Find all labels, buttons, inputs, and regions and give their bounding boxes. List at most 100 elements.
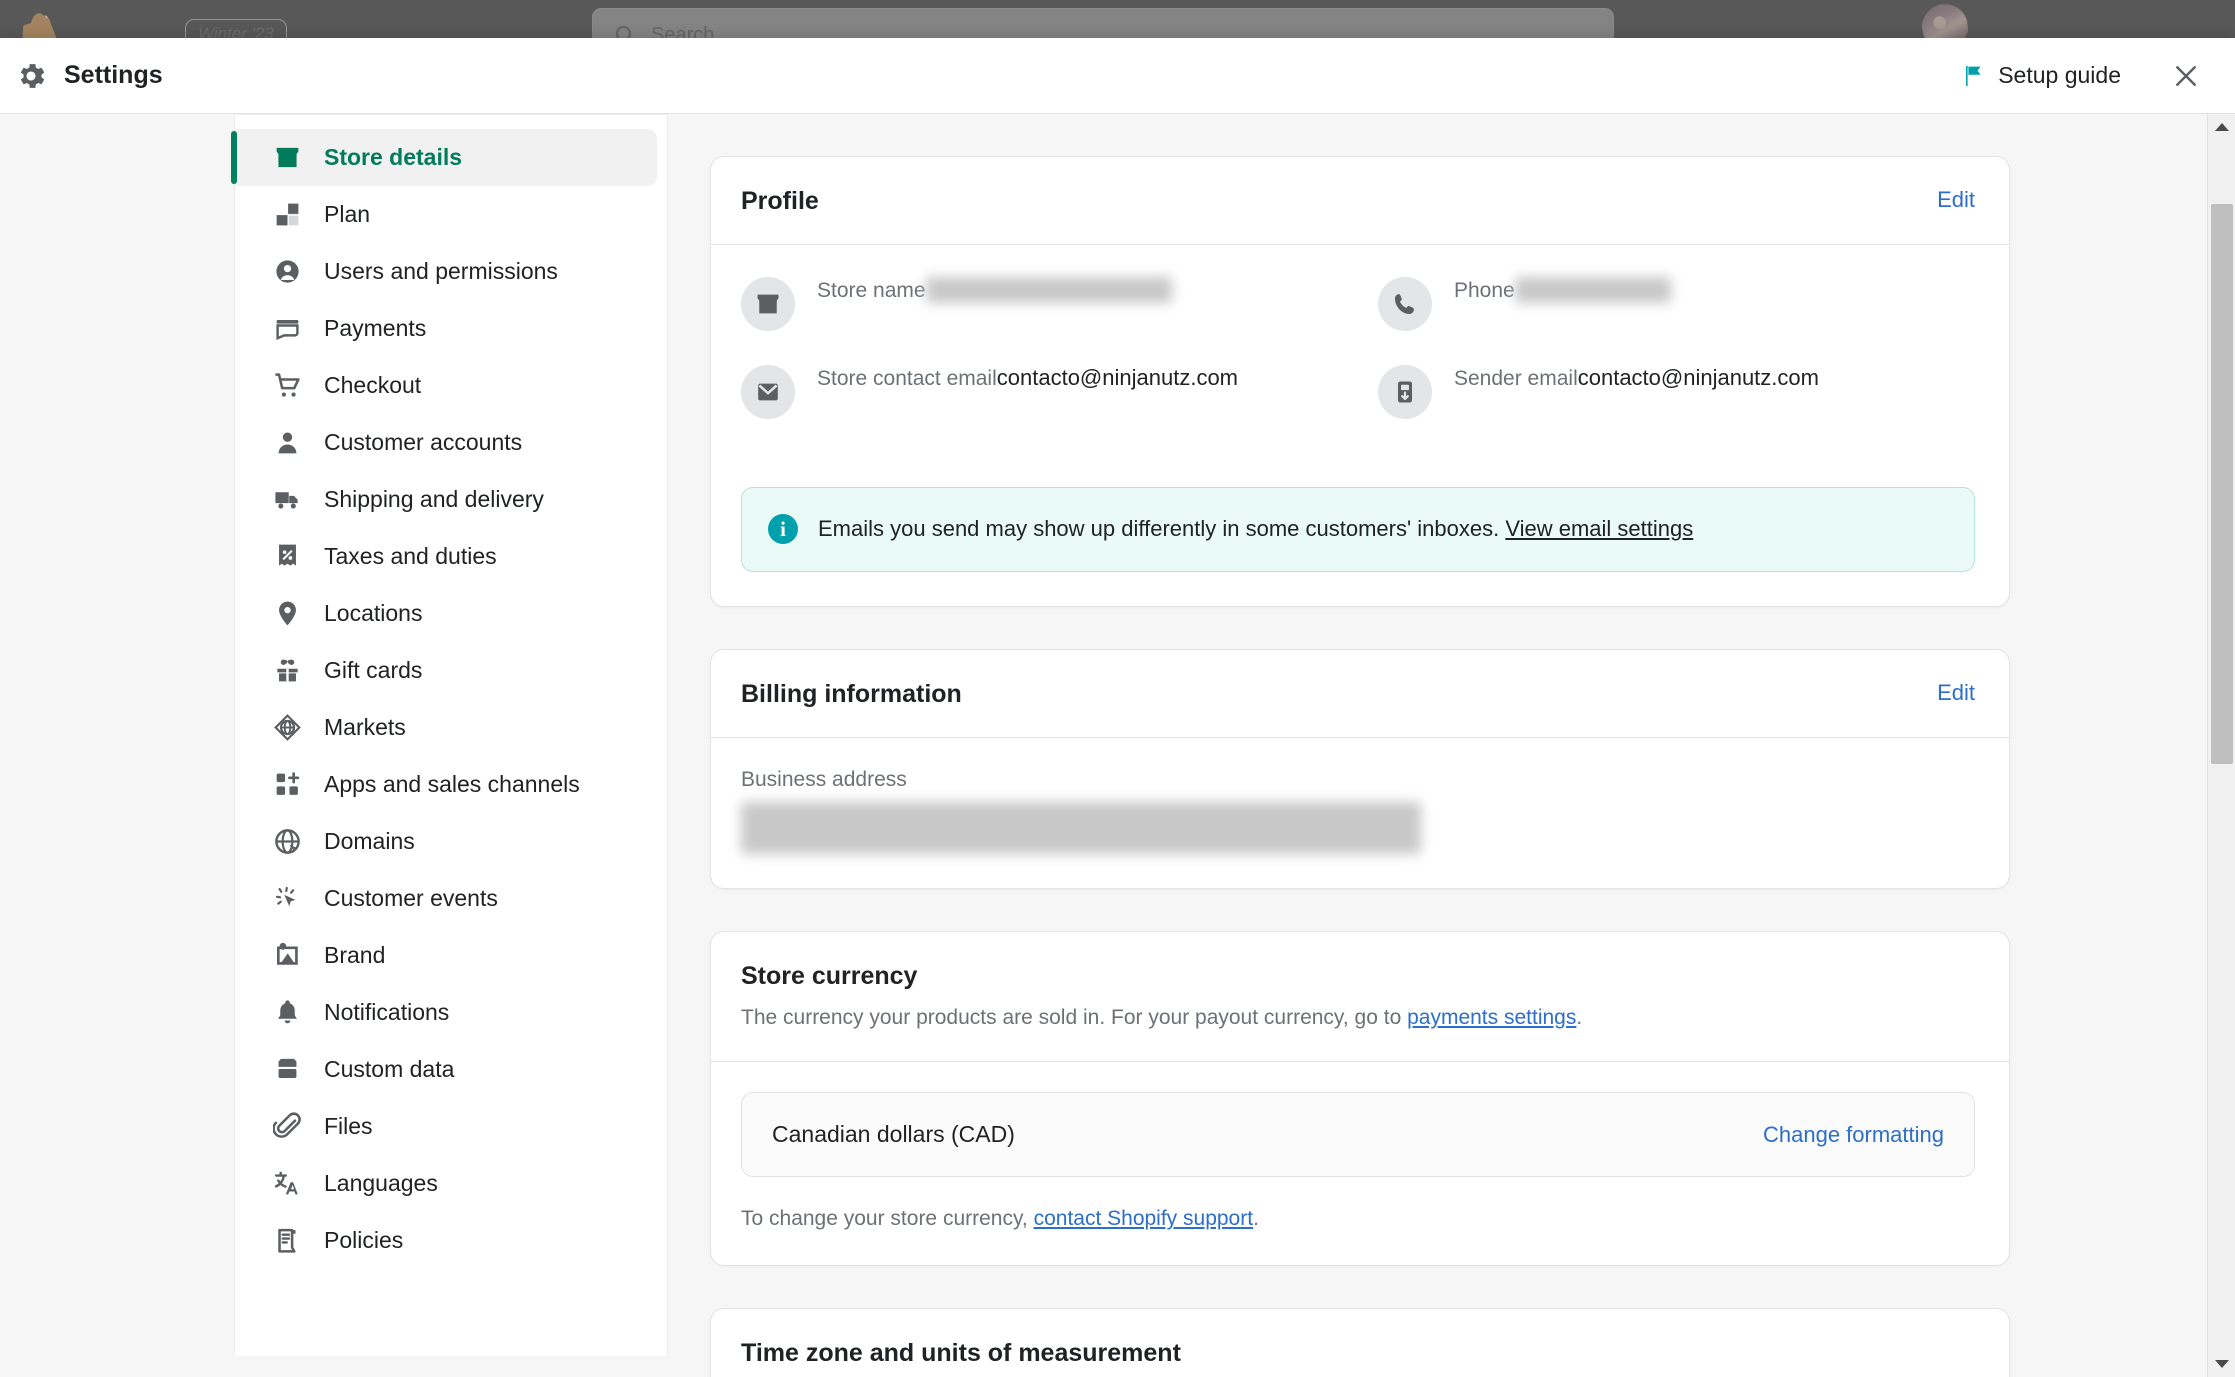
sidebar-item-label: Domains (324, 828, 415, 854)
sidebar-item-taxes-and-duties[interactable]: Taxes and duties (235, 528, 657, 585)
change-formatting-link[interactable]: Change formatting (1763, 1122, 1944, 1148)
view-email-settings-link[interactable]: View email settings (1505, 516, 1693, 541)
vertical-scrollbar[interactable] (2207, 114, 2235, 1377)
close-button[interactable] (2163, 53, 2209, 99)
redacted-address: ███ █████ ███████ █████, ██████ █████ ██… (741, 801, 1421, 854)
chevron-down-icon (2215, 1360, 2229, 1368)
currency-desc-prefix: The currency your products are sold in. … (741, 1005, 1408, 1029)
currency-footer-note: To change your store currency, contact S… (741, 1207, 1975, 1231)
credit-card-icon (276, 320, 299, 340)
field-label: Store name (817, 279, 926, 302)
settings-modal: Settings Setup guide Store details Plan Us… (0, 38, 2235, 1377)
currency-selection-box[interactable]: Canadian dollars (CAD) Change formatting (741, 1092, 1975, 1178)
currency-desc-suffix: . (1576, 1005, 1583, 1029)
profile-edit-link[interactable]: Edit (1937, 187, 1975, 213)
currency-card-title: Store currency (741, 961, 918, 990)
field-text: Store name█████ ████ ██████ (817, 275, 1172, 303)
sidebar-item-payments[interactable]: Payments (235, 300, 657, 357)
paperclip-icon (273, 1112, 301, 1138)
profile-field-store-name: Store name█████ ████ ██████ (741, 275, 1338, 331)
sidebar-item-label: Markets (324, 714, 406, 740)
contact-support-link[interactable]: contact Shopify support (1034, 1207, 1253, 1230)
field-value: ██████████ (1514, 277, 1671, 303)
setup-guide-button[interactable]: Setup guide (1952, 54, 2131, 97)
sidebar-item-customer-accounts[interactable]: Customer accounts (235, 414, 657, 471)
sidebar-item-label: Custom data (324, 1056, 455, 1082)
sidebar-item-label: Locations (324, 600, 423, 626)
profile-fields-grid: Store name█████ ████ ██████ Phone████████… (741, 275, 1975, 419)
sidebar-item-custom-data[interactable]: Custom data (235, 1041, 657, 1098)
sidebar-item-files[interactable]: Files (235, 1098, 657, 1155)
settings-content: Profile Edit Store name█████ ████ ██████… (710, 114, 2010, 1377)
sidebar-item-users-and-permissions[interactable]: Users and permissions (235, 243, 657, 300)
sidebar-item-label: Policies (324, 1227, 404, 1253)
profile-field-sender-email: Sender emailcontacto@ninjanutz.com (1378, 363, 1975, 419)
currency-card-description: The currency your products are sold in. … (741, 1003, 1975, 1033)
sidebar-item-apps-and-sales-channels[interactable]: Apps and sales channels (235, 756, 657, 813)
sidebar-item-label: Taxes and duties (324, 543, 497, 569)
scroll-up-button[interactable] (2208, 114, 2235, 140)
sidebar-item-label: Files (324, 1113, 373, 1139)
sidebar-item-domains[interactable]: Domains (235, 813, 657, 870)
sidebar-item-label: Shipping and delivery (324, 486, 544, 512)
sidebar-item-checkout[interactable]: Checkout (235, 357, 657, 414)
currency-card-body: Canadian dollars (CAD) Change formatting… (711, 1062, 2009, 1265)
profile-field-store-contact-email: Store contact emailcontacto@ninjanutz.co… (741, 363, 1338, 419)
truck-icon (275, 492, 298, 509)
profile-card-body: Store name█████ ████ ██████ Phone████████… (711, 245, 2009, 453)
envelope-icon (758, 383, 778, 401)
field-value: █████ ████ ██████ (925, 277, 1172, 303)
sidebar-item-locations[interactable]: Locations (235, 585, 657, 642)
profile-card: Profile Edit Store name█████ ████ ██████… (710, 156, 2010, 607)
sidebar-item-markets[interactable]: Markets (235, 699, 657, 756)
scrollbar-thumb[interactable] (2211, 204, 2233, 764)
field-label: Phone (1454, 279, 1515, 302)
field-text: Store contact emailcontacto@ninjanutz.co… (817, 363, 1238, 391)
selected-currency: Canadian dollars (CAD) (772, 1121, 1015, 1148)
sidebar-item-languages[interactable]: Languages (235, 1155, 657, 1212)
business-address-value: ███ █████ ███████ █████, ██████ █████ ██… (741, 801, 1975, 854)
field-value: contacto@ninjanutz.com (997, 365, 1238, 390)
sidebar-item-label: Checkout (324, 372, 422, 398)
billing-card-header: Billing information Edit (711, 650, 2009, 737)
currency-footer-suffix: . (1253, 1207, 1259, 1231)
sidebar-item-label: Users and permissions (324, 258, 558, 284)
receipt-percent-icon (279, 544, 296, 566)
cart-icon (275, 373, 300, 397)
payments-settings-link[interactable]: payments settings (1407, 1006, 1576, 1029)
field-text: Phone██████████ (1454, 275, 1671, 303)
cursor-click-icon (275, 886, 296, 907)
scroll-down-button[interactable] (2208, 1351, 2235, 1377)
business-address-label: Business address (741, 767, 907, 791)
sidebar-item-customer-events[interactable]: Customer events (235, 870, 657, 927)
sidebar-item-label: Store details (324, 144, 463, 170)
sidebar-item-brand[interactable]: Brand (235, 927, 657, 984)
billing-card-title: Billing information (741, 679, 962, 708)
plan-icon (276, 203, 299, 226)
sidebar-item-policies[interactable]: Policies (235, 1212, 657, 1269)
sidebar-item-plan[interactable]: Plan (235, 186, 657, 243)
sidebar-item-store-details[interactable]: Store details (231, 129, 657, 186)
billing-card: Billing information Edit Business addres… (710, 648, 2010, 889)
currency-card-header: Store currency The currency your product… (711, 932, 2009, 1061)
redacted-value: █████ ████ ██████ (925, 277, 1172, 303)
timezone-card-title: Time zone and units of measurement (741, 1339, 1181, 1368)
field-icon-badge (741, 365, 795, 419)
sidebar-item-label: Customer accounts (324, 429, 523, 455)
sidebar-item-gift-cards[interactable]: Gift cards (235, 642, 657, 699)
person-icon (278, 432, 297, 454)
map-pin-icon (279, 601, 296, 626)
globe-icon (275, 829, 300, 854)
apps-plus-icon (276, 772, 300, 795)
sidebar-item-notifications[interactable]: Notifications (235, 984, 657, 1041)
sidebar-item-shipping-and-delivery[interactable]: Shipping and delivery (235, 471, 657, 528)
settings-title: Settings (64, 61, 163, 89)
field-value: contacto@ninjanutz.com (1578, 365, 1819, 390)
billing-edit-link[interactable]: Edit (1937, 680, 1975, 706)
email-info-banner: i Emails you send may show up differentl… (741, 487, 1975, 572)
field-value-text: contacto@ninjanutz.com (996, 365, 1239, 390)
store-icon (757, 294, 779, 314)
field-text: Sender emailcontacto@ninjanutz.com (1454, 363, 1819, 391)
field-icon-badge (741, 277, 795, 331)
field-label: Store contact email (817, 367, 997, 390)
